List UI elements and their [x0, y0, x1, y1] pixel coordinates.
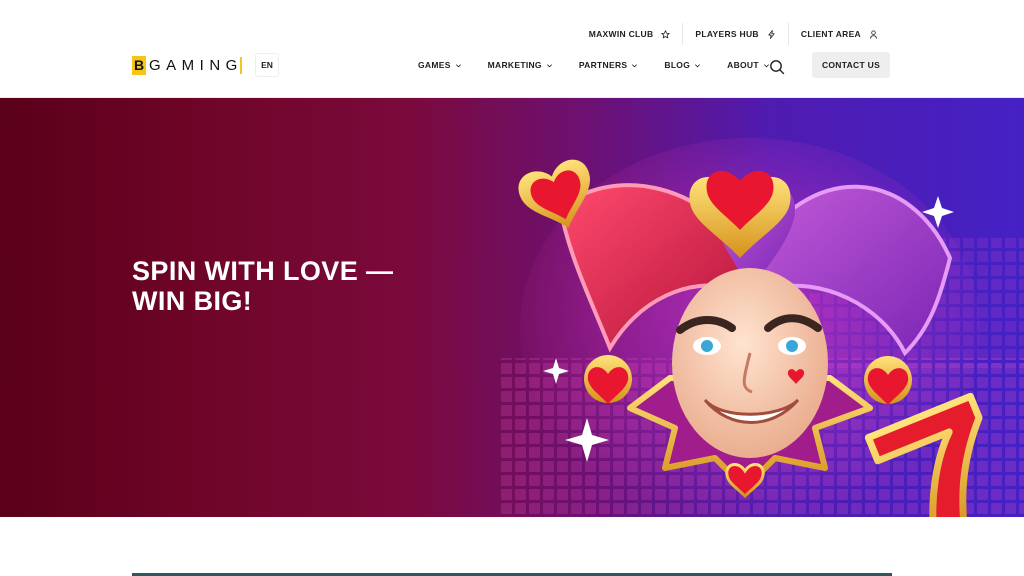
lightning-icon: [768, 29, 775, 39]
joker-illustration: [500, 138, 1024, 517]
chevron-down-icon: [455, 63, 461, 67]
user-icon: [869, 29, 878, 39]
nav-about[interactable]: ABOUT: [727, 60, 770, 70]
contact-us-button[interactable]: CONTACT US: [812, 52, 890, 78]
players-hub-link[interactable]: PLAYERS HUB: [682, 23, 787, 45]
nav-partners-label: PARTNERS: [578, 60, 628, 70]
bgaming-logo[interactable]: B GAMING: [132, 54, 242, 76]
star-icon: [661, 29, 671, 38]
players-hub-label: PLAYERS HUB: [695, 29, 759, 39]
logo-b-mark: B: [132, 55, 146, 75]
search-icon[interactable]: [769, 59, 785, 75]
nav-games[interactable]: GAMES: [418, 60, 462, 70]
logo-wordmark: GAMING: [149, 56, 243, 74]
nav-marketing[interactable]: MARKETING: [488, 60, 553, 70]
hero-banner: SPIN WITH LOVE — WIN BIG!: [0, 98, 1024, 517]
hero-title: SPIN WITH LOVE — WIN BIG!: [132, 256, 393, 316]
client-area-label: CLIENT AREA: [800, 29, 861, 39]
nav-marketing-label: MARKETING: [487, 60, 542, 70]
maxwin-club-link[interactable]: MAXWIN CLUB: [577, 23, 683, 45]
chevron-down-icon: [695, 63, 701, 67]
nav-about-label: ABOUT: [727, 60, 759, 70]
nav-games-label: GAMES: [418, 60, 451, 70]
maxwin-club-label: MAXWIN CLUB: [588, 29, 654, 39]
logo-bar: [239, 56, 242, 74]
nav-blog-label: BLOG: [664, 60, 691, 70]
main-nav: GAMES MARKETING PARTNERS BLOG ABOUT: [418, 56, 770, 74]
hero-title-line-1: SPIN WITH LOVE —: [132, 256, 394, 286]
language-switcher[interactable]: EN: [255, 53, 279, 77]
site-header: MAXWIN CLUB PLAYERS HUB CLIENT AREA B GA…: [0, 0, 1024, 98]
top-utility-bar: MAXWIN CLUB PLAYERS HUB CLIENT AREA: [577, 22, 890, 46]
client-area-link[interactable]: CLIENT AREA: [787, 23, 890, 45]
jester-face: [672, 268, 828, 458]
chevron-down-icon: [546, 63, 552, 67]
chevron-down-icon: [632, 63, 638, 67]
hero-title-line-2: WIN BIG!: [132, 286, 253, 316]
nav-blog[interactable]: BLOG: [664, 60, 701, 70]
nav-partners[interactable]: PARTNERS: [579, 60, 639, 70]
